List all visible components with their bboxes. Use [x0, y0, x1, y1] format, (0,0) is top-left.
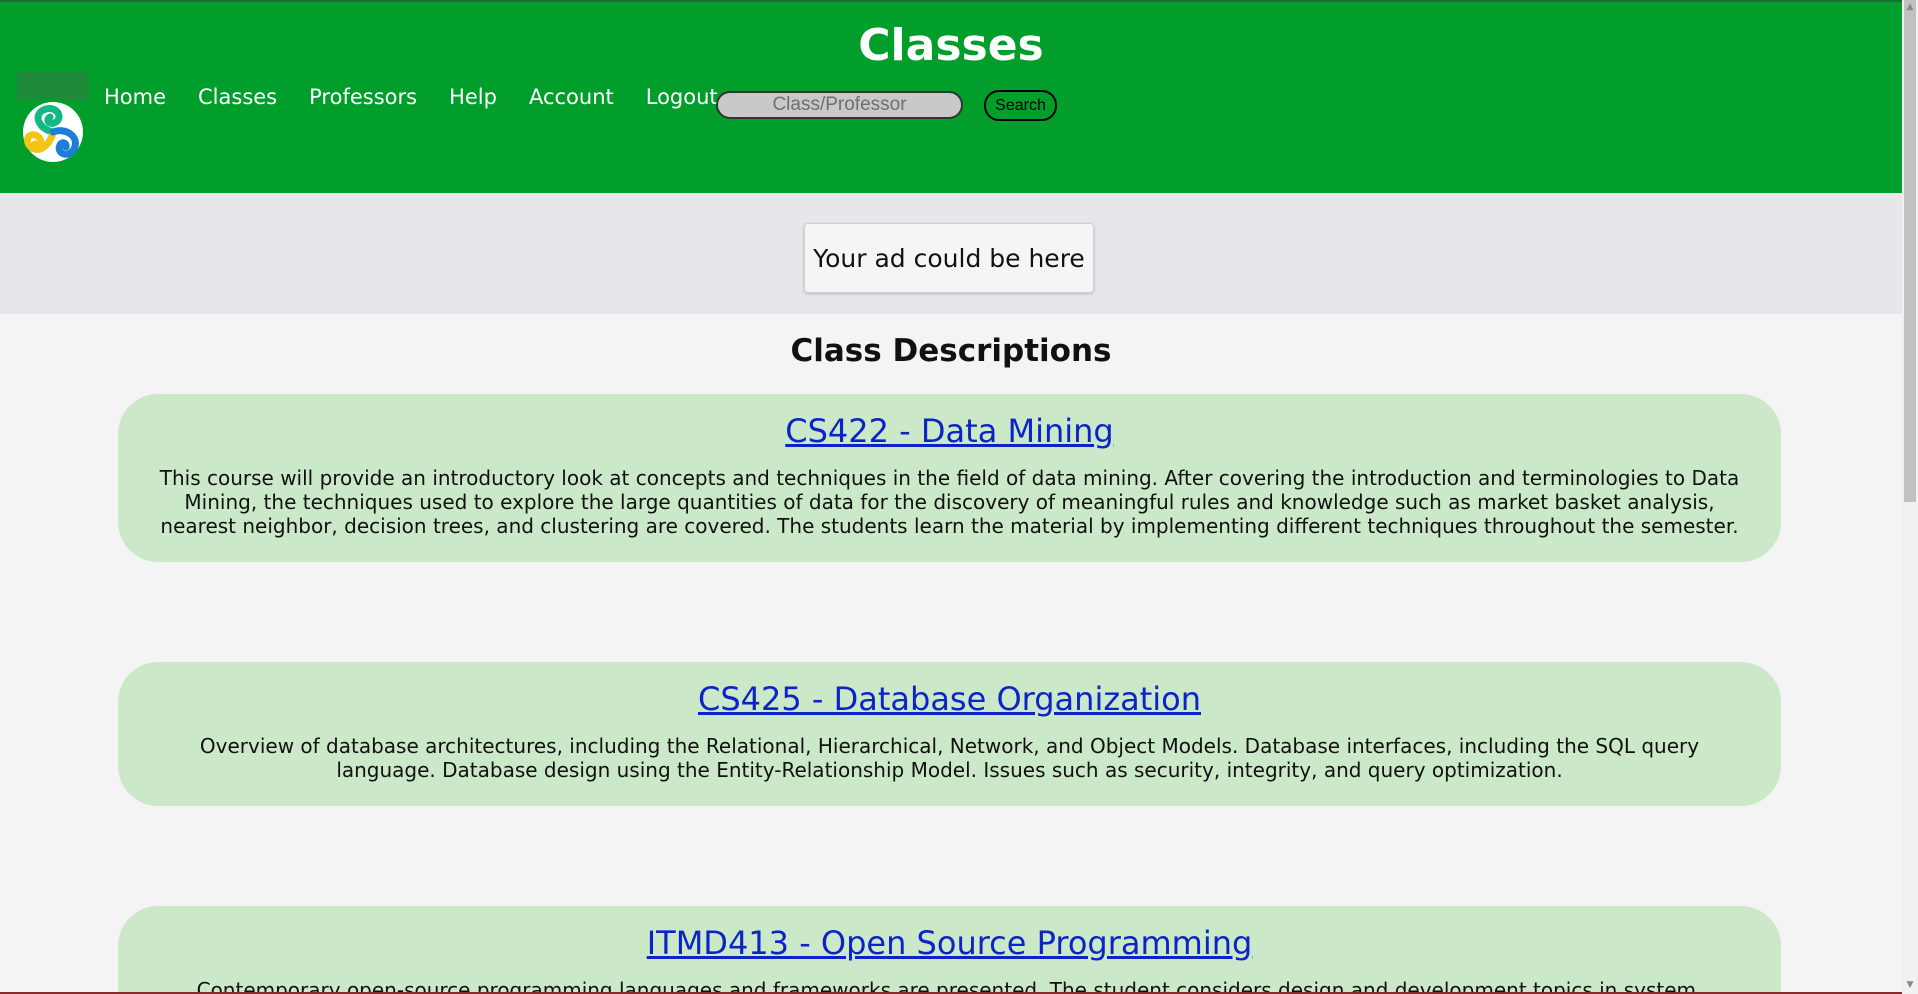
course-card: CS425 - Database Organization Overview o…	[118, 662, 1781, 806]
section-title: Class Descriptions	[790, 333, 1112, 369]
ad-box[interactable]: Your ad could be here	[804, 223, 1094, 293]
nav-help[interactable]: Help	[449, 82, 497, 112]
course-description: This course will provide an introductory…	[159, 466, 1740, 538]
nav-logout[interactable]: Logout	[646, 82, 718, 112]
nav-classes[interactable]: Classes	[198, 82, 277, 112]
scroll-up-icon[interactable]: ▲	[1905, 2, 1915, 12]
course-description: Overview of database architectures, incl…	[199, 734, 1700, 782]
logo-placeholder	[17, 72, 89, 100]
swirl-logo-icon[interactable]	[20, 101, 86, 163]
course-link[interactable]: CS425 - Database Organization	[698, 680, 1201, 718]
scroll-down-icon[interactable]: ▼	[1905, 980, 1915, 990]
course-link[interactable]: CS422 - Data Mining	[785, 412, 1113, 450]
course-link[interactable]: ITMD413 - Open Source Programming	[647, 924, 1253, 962]
course-card: CS422 - Data Mining This course will pro…	[118, 394, 1781, 562]
page-title: Classes	[858, 20, 1044, 71]
nav-professors[interactable]: Professors	[309, 82, 417, 112]
search-button[interactable]: Search	[984, 90, 1057, 121]
site-header: Classes Home Classes Professors Help Acc…	[0, 0, 1902, 193]
search-input[interactable]	[716, 91, 963, 119]
main-nav: Home Classes Professors Help Account Log…	[104, 82, 750, 112]
nav-home[interactable]: Home	[104, 82, 166, 112]
nav-account[interactable]: Account	[529, 82, 614, 112]
scrollbar-thumb[interactable]	[1904, 0, 1916, 502]
course-card: ITMD413 - Open Source Programming Contem…	[118, 906, 1781, 994]
